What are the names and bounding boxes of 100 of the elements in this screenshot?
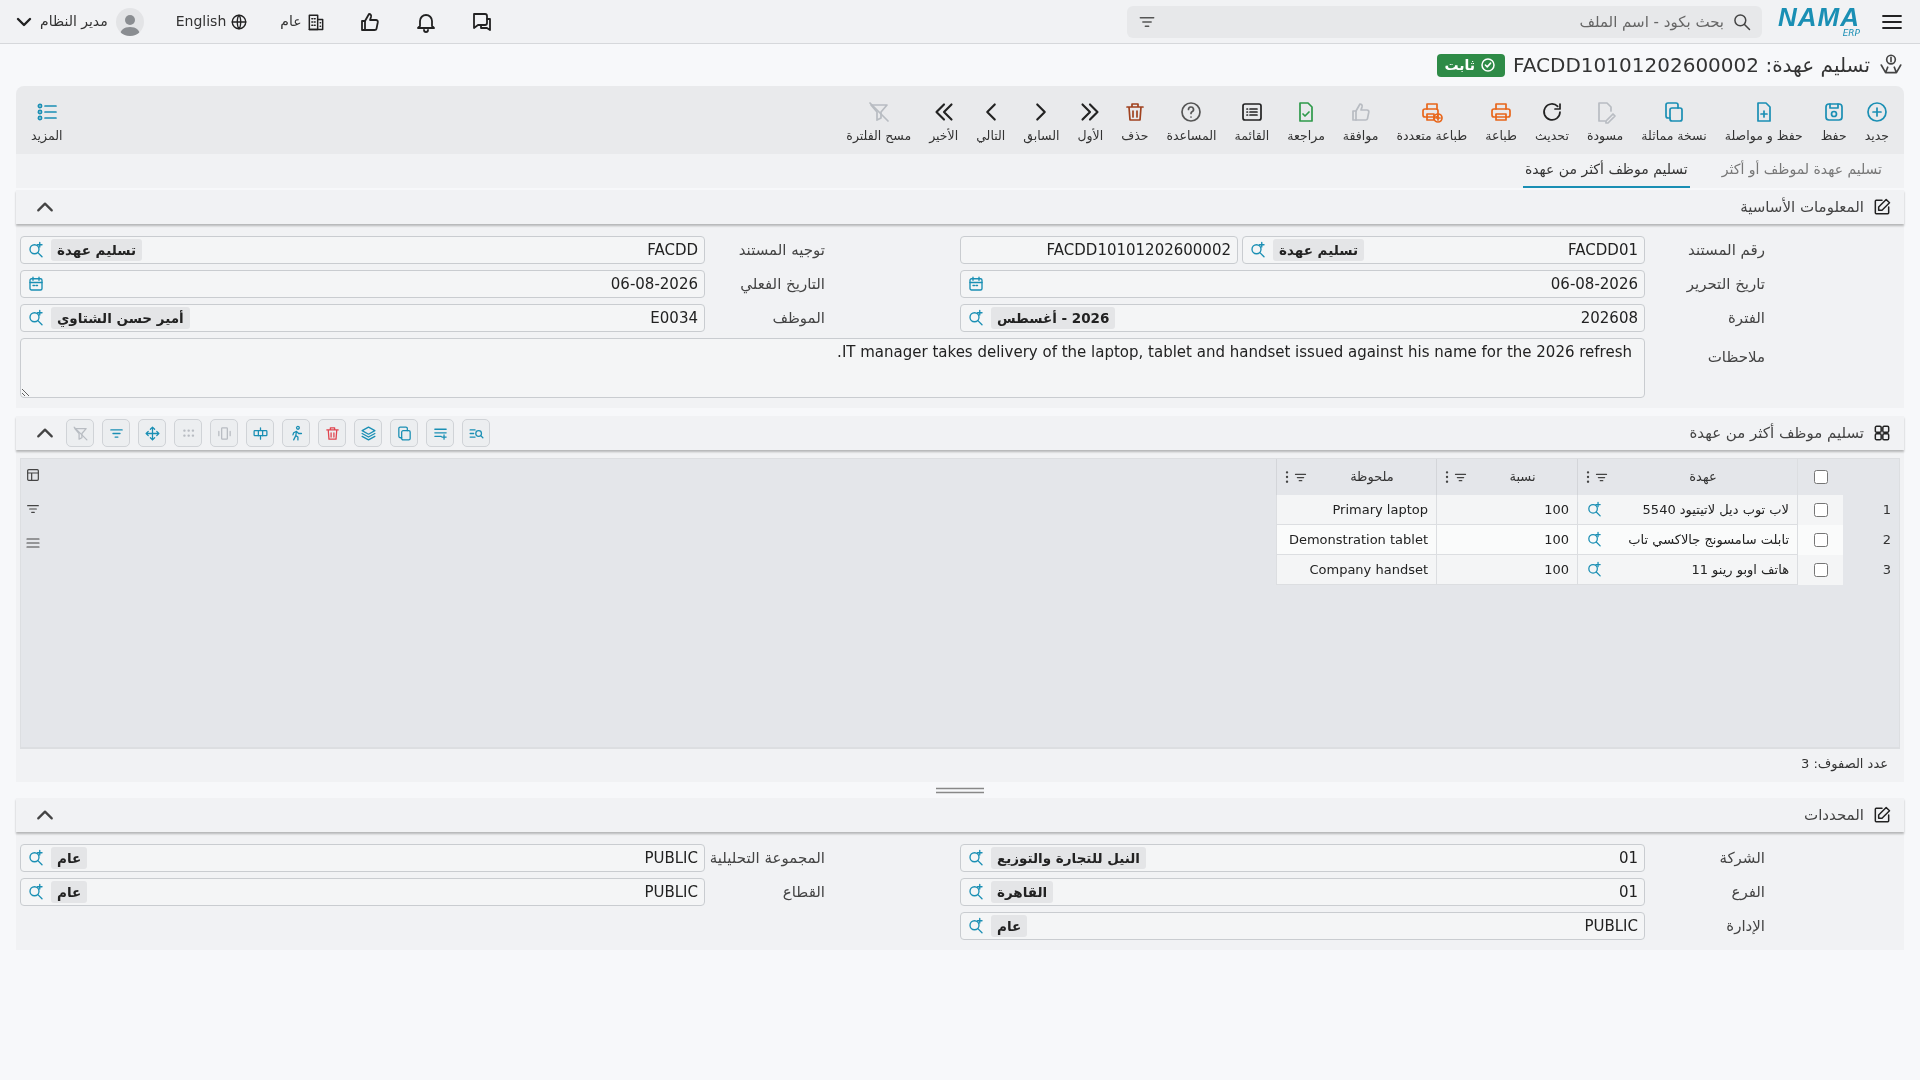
toolbar-button[interactable]: مراجعة bbox=[1278, 94, 1334, 146]
row-checkbox[interactable] bbox=[1813, 563, 1828, 577]
search-plus-icon bbox=[1249, 241, 1267, 259]
grid-tool-button[interactable] bbox=[102, 419, 130, 447]
language-label: English bbox=[175, 12, 227, 31]
text-field[interactable]: FACDD10101202600002 bbox=[960, 236, 1238, 264]
search-field[interactable]: بحث بكود - اسم الملف bbox=[1127, 5, 1762, 38]
more-button[interactable]: المزيد bbox=[22, 94, 72, 146]
date-field[interactable]: 06-08-2026 bbox=[960, 270, 1645, 298]
avatar bbox=[115, 7, 144, 36]
table-cell-text: 100 bbox=[1544, 530, 1569, 549]
lookup-name: النيل للتجارة والتوزيع bbox=[991, 846, 1146, 870]
column-header[interactable]: نسبة bbox=[1472, 467, 1573, 487]
toolbar-button[interactable]: حفظ bbox=[1811, 94, 1856, 146]
field-label: القطاع bbox=[781, 881, 825, 903]
grid-tool-button[interactable] bbox=[462, 419, 490, 447]
grid-tool-button[interactable] bbox=[246, 419, 274, 447]
grid-tool-button[interactable] bbox=[354, 419, 382, 447]
scope-label: عام bbox=[280, 12, 302, 31]
search-plus-icon bbox=[1586, 561, 1603, 578]
column-header[interactable]: ملحوظة bbox=[1312, 467, 1432, 487]
search-plus-icon bbox=[967, 917, 985, 935]
toolbar-button[interactable]: الأخير bbox=[920, 94, 968, 146]
search-icon bbox=[1732, 11, 1752, 32]
language-selector[interactable]: English bbox=[171, 9, 253, 34]
search-plus-icon bbox=[27, 241, 45, 259]
toolbar-button[interactable]: حفظ و مواصلة bbox=[1715, 94, 1812, 146]
toolbar-button[interactable]: السابق bbox=[1014, 94, 1069, 146]
table-cell-text: هاتف اوبو رينو 11 bbox=[1690, 560, 1789, 580]
toolbar-button[interactable]: طباعة bbox=[1476, 94, 1526, 146]
field-label: الموظف bbox=[771, 307, 825, 329]
grid-tool-button[interactable] bbox=[282, 419, 310, 447]
toolbar-button[interactable]: جديد bbox=[1855, 94, 1898, 146]
edit-icon bbox=[1872, 197, 1892, 217]
check-circle-icon bbox=[1479, 56, 1498, 74]
tab[interactable]: تسليم عهدة لموظف أو أكثر bbox=[1719, 155, 1884, 188]
field-label: الشركة bbox=[1718, 847, 1765, 869]
search-plus-icon bbox=[967, 849, 985, 867]
toolbar-button[interactable]: حذف bbox=[1112, 94, 1158, 146]
lookup-name: 2026 - أغسطس bbox=[991, 306, 1116, 330]
field-label: ملاحظات bbox=[1706, 347, 1765, 368]
grid-tool-button[interactable] bbox=[390, 419, 418, 447]
calendar-icon bbox=[967, 275, 985, 293]
table-icon bbox=[25, 467, 41, 483]
search-plus-icon bbox=[1586, 501, 1603, 518]
table-cell-text: Primary laptop bbox=[1332, 500, 1428, 519]
lookup-name: القاهرة bbox=[991, 880, 1054, 904]
section-title: المعلومات الأساسية bbox=[1740, 196, 1864, 218]
row-number: 2 bbox=[1882, 531, 1891, 550]
toolbar-button[interactable]: الأول bbox=[1068, 94, 1113, 146]
toolbar-button[interactable]: التالي bbox=[967, 94, 1015, 146]
search-plus-icon bbox=[967, 883, 985, 901]
grid-icon bbox=[1872, 423, 1892, 443]
table-cell-text: 100 bbox=[1544, 560, 1569, 579]
row-number: 1 bbox=[1882, 501, 1891, 520]
grid-tool-button[interactable] bbox=[138, 419, 166, 447]
lookup-name: أمير حسن الشتاوي bbox=[51, 306, 190, 330]
lookup-name: عام bbox=[991, 914, 1028, 938]
status-label: ثابت bbox=[1444, 55, 1476, 75]
row-checkbox[interactable] bbox=[1813, 503, 1828, 517]
lookup-name: تسليم عهدة bbox=[1273, 238, 1365, 262]
field-label: الإدارة bbox=[1725, 915, 1765, 937]
search-plus-icon bbox=[27, 849, 45, 867]
grid-tool-button[interactable] bbox=[318, 419, 346, 447]
grid-tool-button[interactable] bbox=[426, 419, 454, 447]
toolbar-button[interactable]: نسخة مماثلة bbox=[1632, 94, 1716, 146]
search-plus-icon bbox=[27, 883, 45, 901]
notes-field[interactable]: IT manager takes delivery of the laptop, tablet and handset issued against his name for the 2026 refresh. bbox=[20, 338, 1645, 398]
table-cell-text: Company handset bbox=[1309, 560, 1428, 579]
field-label: التاريخ الفعلي bbox=[739, 273, 825, 296]
field-label: تاريخ التحرير bbox=[1685, 273, 1765, 295]
table-cell-text: Demonstration tablet bbox=[1288, 530, 1428, 549]
row-number: 3 bbox=[1882, 561, 1891, 580]
table-cell-text: لاب توب ديل لاتيتيود 5540 bbox=[1641, 500, 1789, 520]
search-plus-icon bbox=[1586, 531, 1603, 548]
kebab-icon bbox=[1586, 470, 1590, 484]
globe-icon bbox=[230, 12, 249, 31]
tab[interactable]: تسليم موظف أكثر من عهدة bbox=[1522, 155, 1690, 188]
lookup-name: تسليم عهدة bbox=[51, 238, 143, 262]
user-name: مدير النظام bbox=[40, 12, 108, 32]
scope-selector[interactable]: عام bbox=[276, 9, 330, 34]
logo: NAMA ERP bbox=[1778, 5, 1860, 38]
search-plus-icon bbox=[967, 309, 985, 327]
column-header[interactable]: عهدة bbox=[1613, 467, 1793, 487]
toolbar-button[interactable]: المساعدة bbox=[1157, 94, 1226, 146]
calendar-icon bbox=[27, 275, 45, 293]
toolbar-button[interactable]: تحديث bbox=[1526, 94, 1578, 146]
table-cell-text: تابلت سامسونج جالاكسي تاب bbox=[1627, 530, 1789, 550]
table-cell-text: 100 bbox=[1544, 500, 1569, 519]
document-title: تسليم عهدة: FACDD10101202600002 bbox=[1513, 52, 1870, 79]
toolbar-button[interactable]: القائمة bbox=[1225, 94, 1279, 146]
field-label: رقم المستند bbox=[1687, 239, 1765, 261]
row-checkbox[interactable] bbox=[1813, 533, 1828, 547]
kebab-icon bbox=[1285, 470, 1289, 484]
row-count: عدد الصفوف: 3 bbox=[1801, 754, 1888, 774]
toolbar-button[interactable]: طباعة متعددة bbox=[1387, 94, 1477, 146]
select-all-checkbox[interactable] bbox=[1813, 470, 1828, 484]
date-field[interactable]: 06-08-2026 bbox=[20, 270, 705, 298]
user-menu[interactable]: مدير النظام bbox=[12, 5, 148, 38]
splitter-handle[interactable] bbox=[935, 786, 985, 794]
